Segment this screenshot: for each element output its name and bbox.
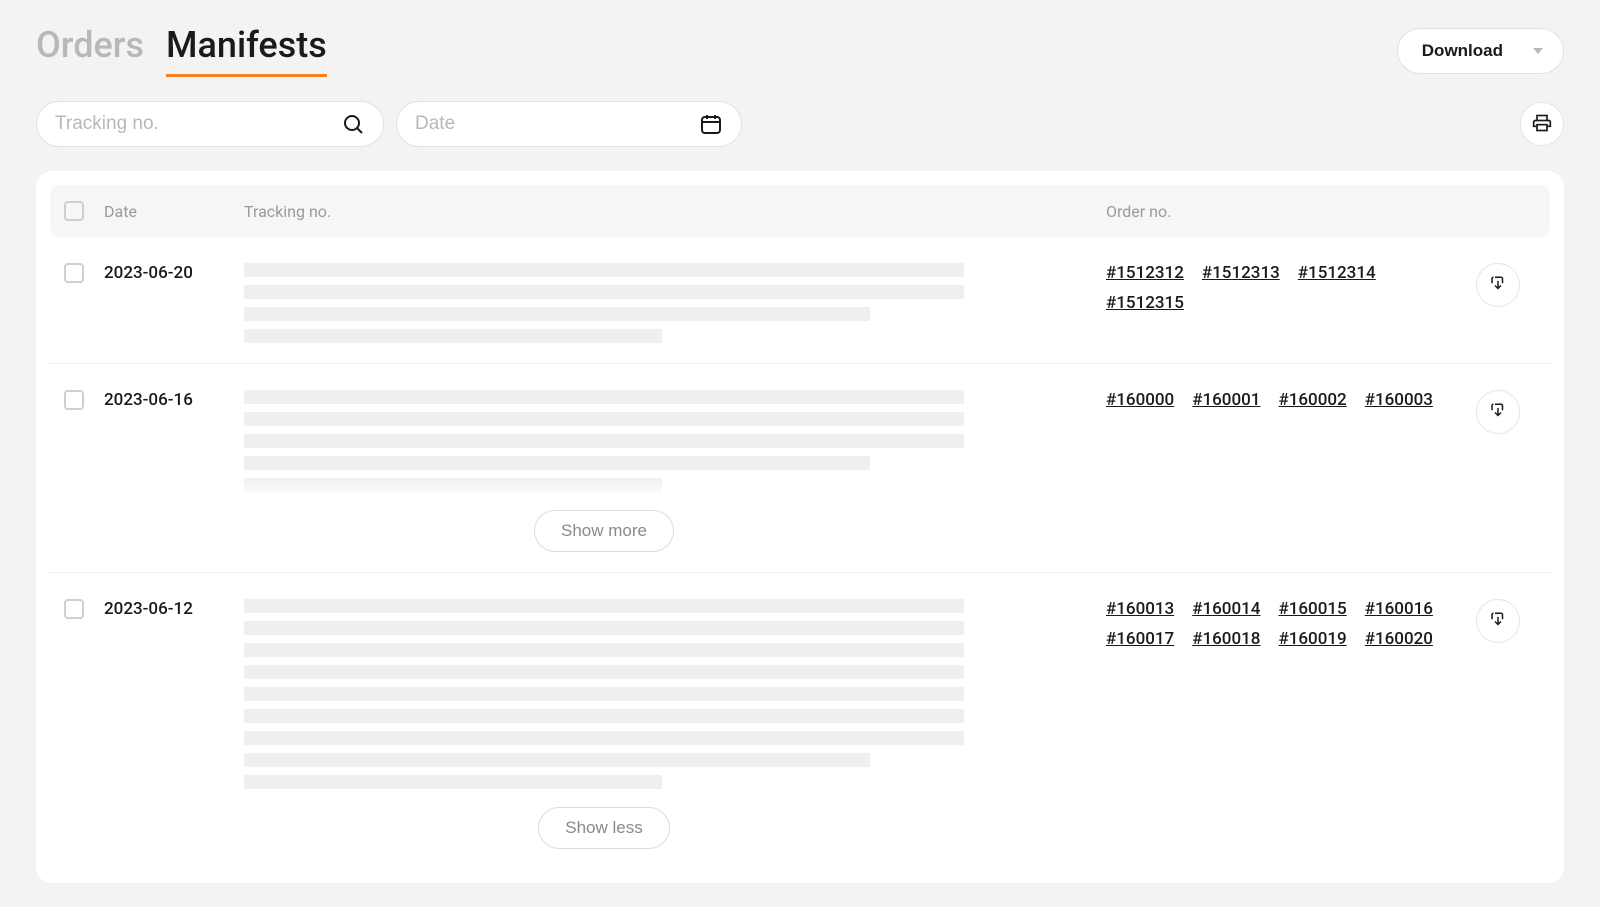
th-tracking: Tracking no. — [244, 202, 964, 221]
skeleton-line — [244, 621, 964, 635]
order-link[interactable]: #160019 — [1278, 629, 1346, 649]
order-link[interactable]: #1512314 — [1298, 263, 1376, 283]
row-tracking — [244, 263, 964, 343]
skeleton-line — [244, 643, 964, 657]
table-row: 2023-06-12 Show less #160013 #160014 #160015… — [50, 573, 1550, 869]
skeleton-line — [244, 731, 964, 745]
order-link[interactable]: #160013 — [1106, 599, 1174, 619]
show-toggle-button[interactable]: Show more — [534, 510, 674, 552]
skeleton-line — [244, 434, 964, 448]
order-link[interactable]: #160015 — [1278, 599, 1346, 619]
table-row: 2023-06-20#1512312#1512313#1512314#15123… — [50, 237, 1550, 364]
search-icon — [341, 112, 365, 136]
row-checkbox[interactable] — [64, 599, 84, 619]
th-orders: Order no. — [1106, 202, 1456, 221]
download-button-label: Download — [1422, 41, 1503, 61]
skeleton-line — [244, 687, 964, 701]
order-link[interactable]: #1512315 — [1106, 293, 1184, 313]
row-date: 2023-06-20 — [104, 263, 224, 283]
calendar-icon — [699, 112, 723, 136]
skeleton-line — [244, 709, 964, 723]
row-orders: #160013 #160014 #160015 #160016 #160017 #1600… — [1106, 599, 1456, 649]
row-tracking: Show less — [244, 599, 964, 849]
printer-icon — [1532, 113, 1552, 136]
skeleton-line — [244, 285, 964, 299]
skeleton-line — [244, 599, 964, 613]
tab-manifests[interactable]: Manifests — [166, 24, 327, 77]
row-orders: #1512312 #1512313 #1512314 #1512315 — [1106, 263, 1456, 313]
row-checkbox[interactable] — [64, 263, 84, 283]
table-row: 2023-06-16 Show more #160000 #160001 #160002… — [50, 364, 1550, 573]
chevron-down-icon — [1533, 48, 1543, 54]
skeleton-line — [244, 412, 964, 426]
th-date: Date — [104, 202, 224, 221]
tracking-input[interactable] — [55, 113, 331, 135]
download-icon — [1489, 611, 1507, 632]
date-input[interactable] — [415, 113, 689, 135]
row-tracking: Show more — [244, 390, 964, 552]
order-link[interactable]: #160016 — [1365, 599, 1433, 619]
row-date: 2023-06-16 — [104, 390, 224, 410]
skeleton-line — [244, 665, 964, 679]
show-toggle-button[interactable]: Show less — [538, 807, 669, 849]
print-button[interactable] — [1520, 102, 1564, 146]
select-all-checkbox[interactable] — [64, 201, 84, 221]
order-link[interactable]: #160001 — [1192, 390, 1260, 410]
skeleton-line — [244, 456, 870, 470]
skeleton-line — [244, 329, 662, 343]
skeleton-line — [244, 263, 964, 277]
row-orders: #160000 #160001 #160002 #160003 — [1106, 390, 1456, 410]
order-link[interactable]: #160020 — [1365, 629, 1433, 649]
row-date: 2023-06-12 — [104, 599, 224, 619]
skeleton-line — [244, 478, 662, 492]
download-icon — [1489, 275, 1507, 296]
row-download-button[interactable] — [1476, 599, 1520, 643]
order-link[interactable]: #160002 — [1278, 390, 1346, 410]
order-link[interactable]: #160000 — [1106, 390, 1174, 410]
skeleton-line — [244, 753, 870, 767]
download-icon — [1489, 402, 1507, 423]
order-link[interactable]: #160018 — [1192, 629, 1260, 649]
order-link[interactable]: #160017 — [1106, 629, 1174, 649]
tracking-input-wrap[interactable] — [36, 101, 384, 147]
order-link[interactable]: #1512313 — [1202, 263, 1280, 283]
order-link[interactable]: #160014 — [1192, 599, 1260, 619]
skeleton-line — [244, 307, 870, 321]
row-checkbox[interactable] — [64, 390, 84, 410]
row-download-button[interactable] — [1476, 390, 1520, 434]
row-download-button[interactable] — [1476, 263, 1520, 307]
table-header: Date Tracking no. Order no. — [50, 185, 1550, 237]
skeleton-line — [244, 390, 964, 404]
order-link[interactable]: #160003 — [1365, 390, 1433, 410]
order-link[interactable]: #1512312 — [1106, 263, 1184, 283]
download-button[interactable]: Download — [1397, 28, 1564, 74]
skeleton-line — [244, 775, 662, 789]
date-input-wrap[interactable] — [396, 101, 742, 147]
tab-orders[interactable]: Orders — [36, 24, 144, 77]
